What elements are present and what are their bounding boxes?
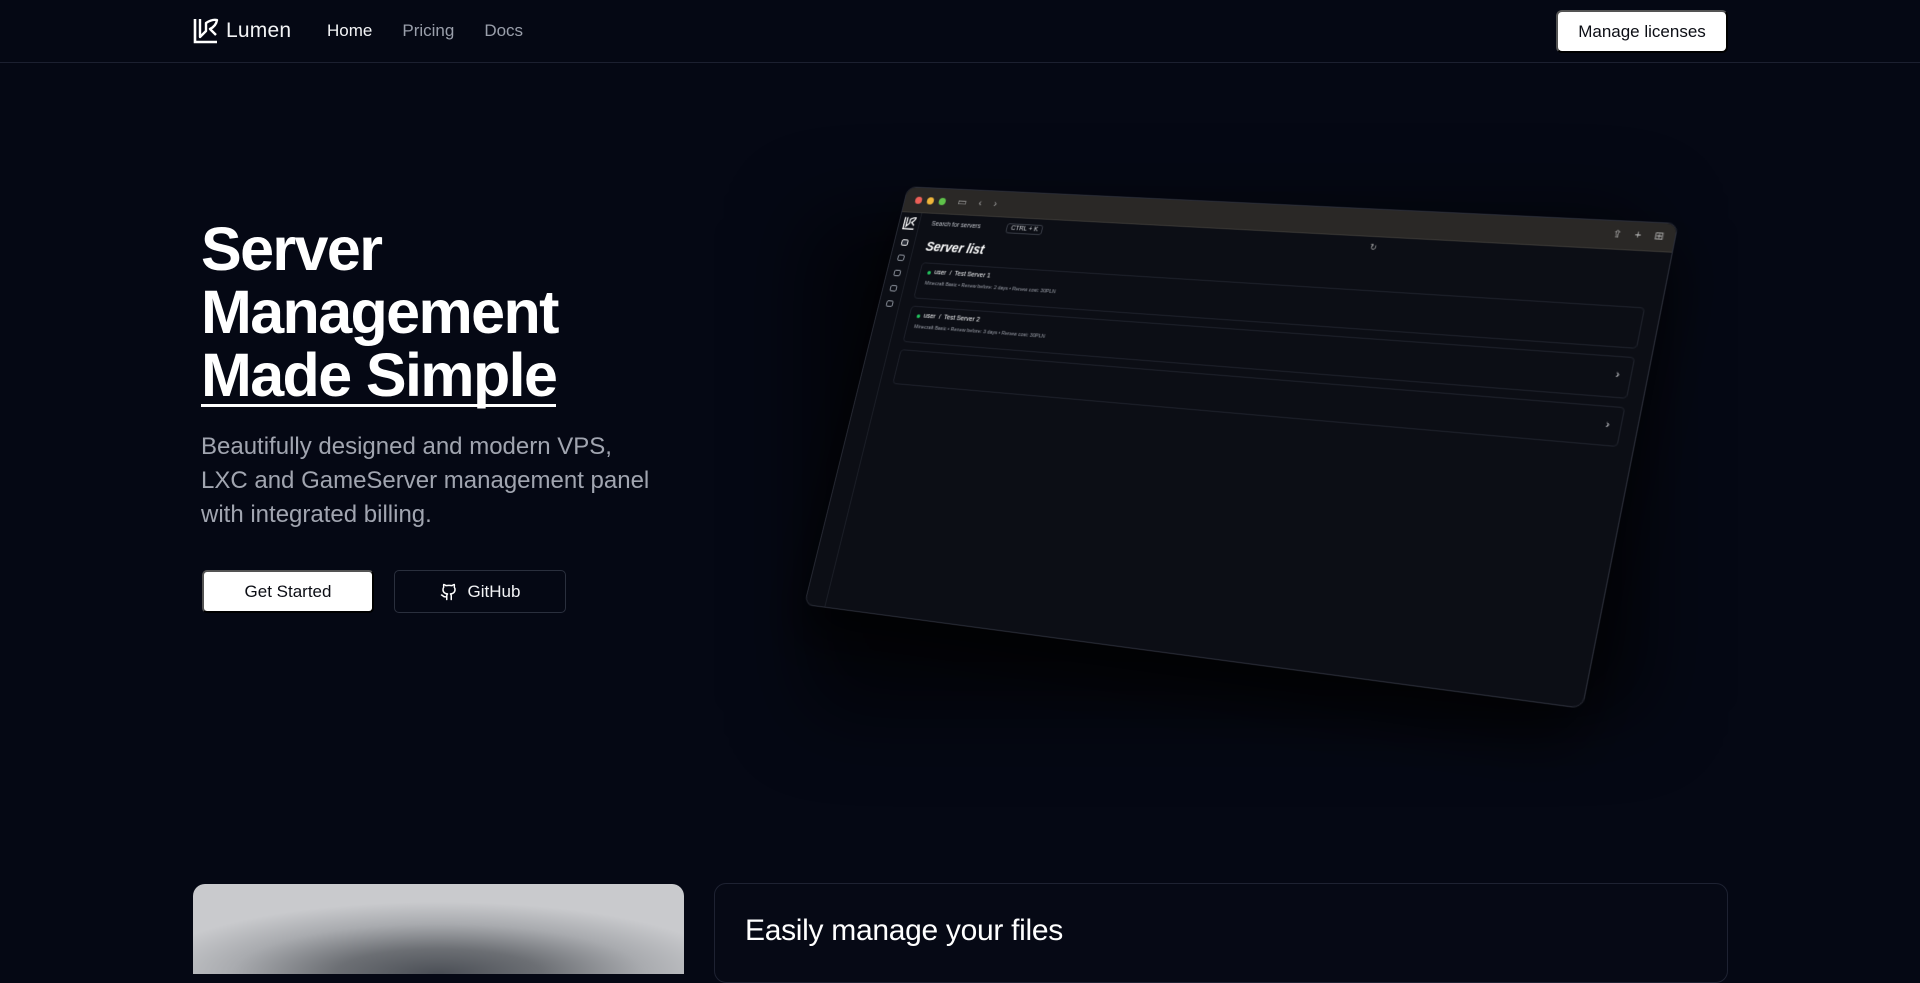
share-icon: ⇪ [1611, 229, 1623, 241]
servers-nav-icon [900, 239, 909, 246]
back-arrow-icon: ‹ [977, 197, 984, 209]
get-started-button[interactable]: Get Started [202, 570, 374, 613]
brand-logo[interactable]: Lumen [192, 16, 291, 46]
hero-title-line-2: Management [201, 278, 559, 346]
github-button-label: GitHub [467, 581, 521, 601]
app-preview: ▭ ‹ › ⇪ + ⊞ Search for servers CTRL + K … [776, 175, 1679, 715]
brand-name: Lumen [226, 19, 292, 42]
hero-title-line-1: Server [201, 215, 383, 283]
minimize-dot-icon [926, 196, 935, 205]
chevron-right-icon: › [1604, 419, 1611, 432]
lumen-logo-icon [901, 216, 918, 231]
feature-image-card [193, 884, 684, 974]
billing-nav-icon [888, 284, 898, 292]
manage-licenses-button[interactable]: Manage licenses [1556, 10, 1728, 53]
forward-arrow-icon: › [992, 198, 999, 210]
hero-subtitle: Beautifully designed and modern VPS, LXC… [201, 433, 650, 528]
online-status-icon [927, 270, 932, 275]
server-owner: user [922, 312, 937, 321]
server-owner: user [933, 269, 947, 277]
nav-pricing-link[interactable]: Pricing [402, 20, 454, 42]
wallet-nav-icon [892, 269, 901, 277]
box-nav-icon [896, 254, 905, 262]
file-management-heading: Easily manage your files [745, 914, 1063, 947]
hero-title-line-3: Made Simple [201, 341, 558, 409]
search-shortcut-badge: CTRL + K [1005, 222, 1044, 235]
settings-nav-icon [885, 300, 894, 307]
top-navbar: Lumen Home Pricing Docs Manage licenses [0, 0, 1920, 63]
tabs-overview-icon: ⊞ [1653, 231, 1665, 243]
hero-title: Server Management Made Simple [201, 215, 559, 409]
path-separator: / [937, 314, 942, 321]
browser-actions: ⇪ + ⊞ [1611, 229, 1664, 243]
github-button[interactable]: GitHub [394, 570, 566, 613]
new-tab-icon: + [1633, 230, 1643, 242]
server-name: Test Server 1 [953, 270, 991, 280]
nav-home-link[interactable]: Home [327, 20, 372, 42]
close-dot-icon [914, 196, 923, 204]
nav-docs-link[interactable]: Docs [484, 20, 523, 42]
main-nav: Home Pricing Docs [327, 20, 523, 42]
file-management-card: Easily manage your files [714, 883, 1728, 983]
github-icon [440, 583, 456, 600]
server-name: Test Server 2 [943, 314, 981, 324]
lumen-logo-icon [193, 18, 219, 44]
panel-search-placeholder: Search for servers [930, 220, 982, 230]
online-status-icon [916, 313, 921, 318]
sidebar-toggle-icon: ▭ [956, 196, 968, 209]
maximize-dot-icon [938, 197, 947, 205]
path-separator: / [948, 270, 952, 277]
